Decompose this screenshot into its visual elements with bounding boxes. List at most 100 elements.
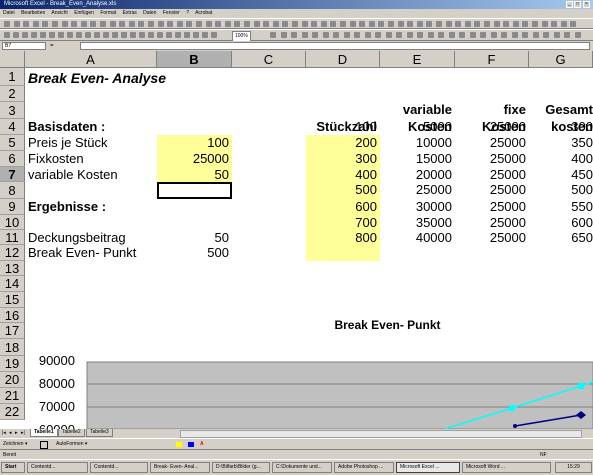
table-cell-gesamtkosten[interactable]: 600 bbox=[529, 215, 593, 231]
taskbar-item[interactable]: Break- Even- Anal... bbox=[150, 462, 210, 473]
table-cell-gesamtkosten[interactable]: 400 bbox=[529, 151, 593, 167]
toolbar-button-icon[interactable] bbox=[71, 21, 78, 27]
toolbar-button-icon[interactable] bbox=[354, 32, 360, 38]
toolbar-button-icon[interactable] bbox=[49, 32, 55, 38]
toolbar-button-icon[interactable] bbox=[42, 21, 49, 27]
toolbar-button-icon[interactable] bbox=[541, 21, 548, 27]
toolbar-button-icon[interactable] bbox=[551, 21, 558, 27]
active-cell-b7[interactable] bbox=[157, 182, 232, 199]
toolbar-button-icon[interactable] bbox=[343, 32, 350, 38]
toolbar-button-icon[interactable] bbox=[560, 21, 567, 27]
column-header-c[interactable]: C bbox=[232, 51, 306, 68]
table-cell-variable-kosten[interactable]: 30000 bbox=[380, 199, 455, 215]
taskbar-item[interactable]: Microsoft Word ... bbox=[462, 462, 551, 473]
table-cell-stueckzahl[interactable]: 700 bbox=[306, 215, 380, 231]
toolbar-button-icon[interactable] bbox=[157, 32, 163, 38]
fixkosten-label[interactable]: Fixkosten bbox=[25, 151, 157, 167]
formula-input[interactable] bbox=[80, 42, 590, 50]
toolbar-button-icon[interactable] bbox=[139, 32, 145, 38]
table-cell-variable-kosten[interactable]: 25000 bbox=[380, 182, 455, 198]
toolbar-button-icon[interactable] bbox=[320, 21, 327, 27]
toolbar-button-icon[interactable] bbox=[474, 21, 481, 27]
toolbar-button-icon[interactable] bbox=[202, 32, 208, 38]
preis-value[interactable]: 100 bbox=[157, 135, 232, 151]
toolbar-button-icon[interactable] bbox=[543, 32, 549, 38]
deckungsbeitrag-value[interactable]: 50 bbox=[157, 230, 232, 246]
toolbar-button-icon[interactable] bbox=[186, 21, 193, 27]
table-cell-gesamtkosten[interactable]: 650 bbox=[529, 230, 593, 246]
toolbar-button-icon[interactable] bbox=[291, 32, 297, 38]
table-cell-variable-kosten[interactable]: 10000 bbox=[380, 135, 455, 151]
header-gesamt-line1[interactable]: Gesamt bbox=[529, 102, 593, 118]
taskbar-item[interactable]: Microsoft Excel ... bbox=[396, 462, 460, 473]
table-cell-variable-kosten[interactable]: 40000 bbox=[380, 230, 455, 246]
column-header-e[interactable]: E bbox=[380, 51, 455, 68]
table-cell-variable-kosten[interactable]: 5000 bbox=[380, 119, 455, 135]
toolbar-button-icon[interactable] bbox=[166, 32, 172, 38]
ergebnisse-label[interactable]: Ergebnisse : bbox=[25, 199, 157, 215]
toolbar-button-icon[interactable] bbox=[58, 32, 64, 38]
toolbar-button-icon[interactable] bbox=[385, 32, 392, 38]
toolbar-button-icon[interactable] bbox=[416, 21, 423, 27]
toolbar-button-icon[interactable] bbox=[375, 32, 381, 38]
row-header-3[interactable]: 3 bbox=[0, 102, 25, 119]
row-header-20[interactable]: 20 bbox=[0, 372, 25, 388]
menu-fenster[interactable]: Fenster bbox=[163, 10, 180, 16]
toolbar-button-icon[interactable] bbox=[427, 32, 434, 38]
toolbar-button-icon[interactable] bbox=[388, 21, 394, 27]
toolbar-button-icon[interactable] bbox=[333, 32, 339, 38]
column-header-f[interactable]: F bbox=[455, 51, 529, 68]
fixkosten-value[interactable]: 25000 bbox=[157, 151, 232, 167]
column-header-d[interactable]: D bbox=[306, 51, 380, 68]
toolbar-button-icon[interactable] bbox=[282, 21, 289, 27]
toolbar-button-icon[interactable] bbox=[80, 21, 87, 27]
menu-daten[interactable]: Daten bbox=[143, 10, 156, 16]
sheet-tab-tabelle3[interactable]: Tabelle3 bbox=[86, 429, 113, 437]
menu-einfuegen[interactable]: Einfügen bbox=[74, 10, 94, 16]
select-all-corner[interactable] bbox=[0, 51, 25, 68]
toolbar-button-icon[interactable] bbox=[438, 32, 444, 38]
toolbar-button-icon[interactable] bbox=[52, 21, 58, 27]
sheet-tab-tabelle2[interactable]: Tabelle2 bbox=[58, 429, 85, 437]
row-header-6[interactable]: 6 bbox=[0, 151, 25, 167]
toolbar-button-icon[interactable] bbox=[148, 21, 154, 27]
toolbar-button-icon[interactable] bbox=[532, 21, 538, 27]
close-button[interactable]: × bbox=[583, 1, 590, 8]
menu-datei[interactable]: Datei bbox=[3, 10, 15, 16]
toolbar-button-icon[interactable] bbox=[501, 32, 507, 38]
toolbar-button-icon[interactable] bbox=[490, 32, 497, 38]
toolbar-button-icon[interactable] bbox=[480, 32, 486, 38]
toolbar-button-icon[interactable] bbox=[511, 32, 518, 38]
toolbar-button-icon[interactable] bbox=[359, 21, 366, 27]
variable-kosten-label[interactable]: variable Kosten bbox=[25, 167, 157, 183]
taskbar-item[interactable]: D:\Bilfarb\Bilder (g... bbox=[212, 462, 270, 473]
row-header-8[interactable]: 8 bbox=[0, 182, 25, 199]
maximize-button[interactable]: □ bbox=[574, 1, 581, 8]
toolbar-button-icon[interactable] bbox=[4, 21, 10, 27]
toolbar-button-icon[interactable] bbox=[378, 21, 385, 27]
toolbar-button-icon[interactable] bbox=[167, 21, 174, 27]
toolbar-button-icon[interactable] bbox=[574, 32, 581, 38]
table-cell-gesamtkosten[interactable]: 450 bbox=[529, 167, 593, 183]
table-cell-fixe-kosten[interactable]: 25000 bbox=[455, 135, 529, 151]
row-header-16[interactable]: 16 bbox=[0, 308, 25, 323]
row-header-7[interactable]: 7 bbox=[0, 167, 25, 182]
toolbar-button-icon[interactable] bbox=[436, 21, 442, 27]
toolbar-button-icon[interactable] bbox=[455, 21, 462, 27]
toolbar-button-icon[interactable] bbox=[4, 32, 10, 38]
table-cell-gesamtkosten[interactable]: 500 bbox=[529, 182, 593, 198]
row-header-15[interactable]: 15 bbox=[0, 292, 25, 308]
toolbar-button-icon[interactable] bbox=[40, 32, 46, 38]
toolbar-button-icon[interactable] bbox=[175, 32, 181, 38]
toolbar-button-icon[interactable] bbox=[13, 21, 20, 27]
column-header-a[interactable]: A bbox=[25, 51, 157, 68]
toolbar-button-icon[interactable] bbox=[130, 32, 136, 38]
menu-ansicht[interactable]: Ansicht bbox=[51, 10, 67, 16]
toolbar-button-icon[interactable] bbox=[121, 32, 127, 38]
toolbar-button-icon[interactable] bbox=[76, 32, 82, 38]
toolbar-button-icon[interactable] bbox=[211, 32, 217, 38]
table-cell-fixe-kosten[interactable]: 25000 bbox=[455, 167, 529, 183]
row-header-11[interactable]: 11 bbox=[0, 230, 25, 245]
toolbar-button-icon[interactable] bbox=[23, 21, 30, 27]
menu-format[interactable]: Format bbox=[100, 10, 116, 16]
